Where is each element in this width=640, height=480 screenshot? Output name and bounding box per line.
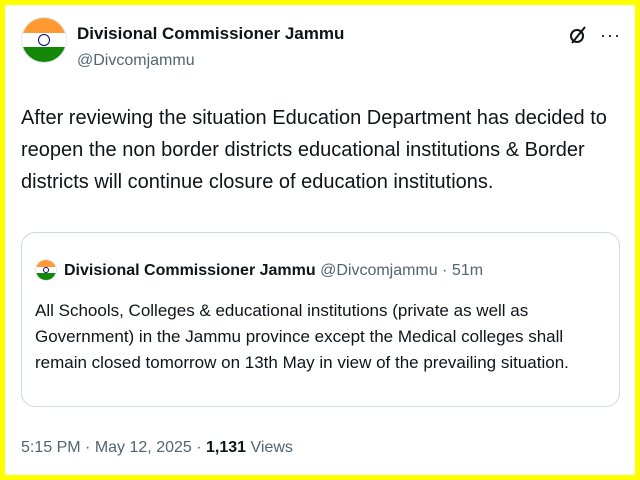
quote-text: All Schools, Colleges & educational inst… <box>35 301 569 372</box>
grok-icon[interactable] <box>568 25 588 45</box>
quote-author-handle[interactable]: @Divcomjammu <box>320 262 438 279</box>
author-name[interactable]: Divisional Commissioner Jammu <box>77 24 344 44</box>
quote-header: Divisional Commissioner Jammu @Divcomjam… <box>64 262 483 280</box>
india-flag-icon <box>22 18 66 62</box>
tweet-header: Divisional Commissioner Jammu @Divcomjam… <box>21 15 621 85</box>
separator-dot: · <box>85 439 91 456</box>
tweet-text: After reviewing the situation Education … <box>21 107 607 193</box>
post-time[interactable]: 5:15 PM <box>21 439 81 456</box>
post-date[interactable]: May 12, 2025 <box>95 439 192 456</box>
quote-avatar[interactable] <box>35 259 57 281</box>
quote-author-name[interactable]: Divisional Commissioner Jammu <box>64 262 316 279</box>
views-count: 1,131 <box>206 439 247 456</box>
tweet-meta: 5:15 PM · May 12, 2025 · 1,131 Views <box>21 439 293 457</box>
separator-dot: · <box>442 262 448 279</box>
tweet-card[interactable]: Divisional Commissioner Jammu @Divcomjam… <box>5 5 635 475</box>
author-handle[interactable]: @Divcomjammu <box>77 52 195 70</box>
separator-dot: · <box>196 439 202 456</box>
header-icons: ··· <box>568 25 621 45</box>
more-icon[interactable]: ··· <box>600 26 621 44</box>
avatar[interactable] <box>21 17 67 63</box>
india-flag-icon <box>36 260 56 280</box>
quote-relative-time[interactable]: 51m <box>452 262 483 279</box>
views-label: Views <box>250 439 293 456</box>
quoted-tweet[interactable]: Divisional Commissioner Jammu @Divcomjam… <box>21 232 620 407</box>
